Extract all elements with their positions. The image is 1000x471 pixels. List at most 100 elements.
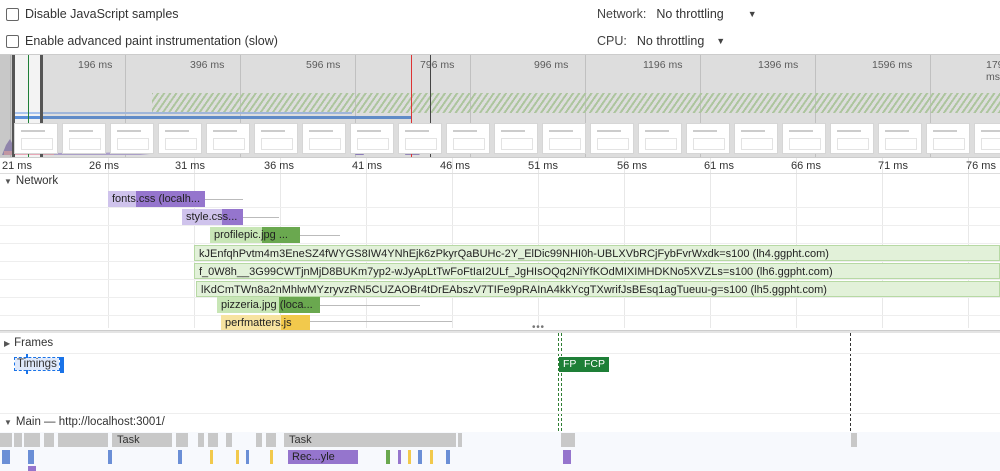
task-block[interactable] [24, 433, 40, 447]
filmstrip-frame[interactable] [782, 123, 826, 154]
network-request-pizzeria[interactable]: pizzeria.jpg (loca... [217, 297, 320, 313]
network-row-line [0, 243, 1000, 244]
filmstrip-frame[interactable] [686, 123, 730, 154]
track-separator [0, 353, 1000, 354]
script-block[interactable] [430, 450, 433, 464]
filmstrip-frame[interactable] [494, 123, 538, 154]
fp-badge[interactable]: FP [559, 357, 581, 372]
network-request-lh5-image[interactable]: lKdCmTWn8a2nMhlwMYzryvzRN5CUZAOBr4tDrEAb… [196, 281, 1000, 297]
task-block[interactable] [198, 433, 204, 447]
chevron-down-icon[interactable]: ▼ [716, 36, 725, 46]
filmstrip-frame[interactable] [638, 123, 682, 154]
filmstrip-frame[interactable] [110, 123, 154, 154]
task-block[interactable] [851, 433, 857, 447]
resize-grip-icon[interactable]: • • • [532, 322, 544, 333]
network-row-line [0, 207, 1000, 208]
script-block[interactable] [236, 450, 239, 464]
filmstrip-frame[interactable] [830, 123, 874, 154]
filmstrip-frame[interactable] [302, 123, 346, 154]
filmstrip-frame[interactable] [158, 123, 202, 154]
task-block[interactable] [208, 433, 218, 447]
main-track-header[interactable]: ▼ Main — http://localhost:3001/ [4, 416, 165, 428]
filmstrip-frame[interactable] [878, 123, 922, 154]
paint-block[interactable] [386, 450, 390, 464]
task-block[interactable] [176, 433, 188, 447]
request-whisker [310, 321, 452, 322]
task-block[interactable] [226, 433, 232, 447]
filmstrip-frame[interactable] [926, 123, 970, 154]
network-track-header[interactable]: ▼ Network [4, 175, 58, 187]
ruler-tick-label: 66 ms [791, 160, 821, 172]
filmstrip-frame[interactable] [446, 123, 490, 154]
task-block[interactable]: Task [112, 433, 172, 447]
chevron-down-icon[interactable]: ▼ [748, 9, 757, 19]
function-call-block[interactable] [28, 450, 34, 464]
network-throttling: Network: No throttling ▼ [597, 7, 757, 21]
task-block[interactable] [0, 433, 12, 447]
function-call-block[interactable] [178, 450, 182, 464]
advanced-paint-checkbox[interactable] [6, 34, 19, 48]
script-block[interactable] [210, 450, 213, 464]
recalc-style-block[interactable]: Rec...yle [288, 450, 358, 464]
layout-block[interactable] [28, 466, 36, 471]
task-block[interactable] [58, 433, 108, 447]
timeline-overview[interactable]: 196 ms 396 ms 596 ms 796 ms 996 ms 1196 … [0, 54, 1000, 158]
network-request-perfmatters-js[interactable]: perfmatters.js [221, 315, 310, 330]
function-call-block[interactable] [108, 450, 112, 464]
script-block[interactable] [408, 450, 411, 464]
fcp-badge[interactable]: FCP [580, 357, 609, 372]
frames-track-header[interactable]: ▶ Frames [4, 337, 53, 349]
network-throttling-select[interactable]: No throttling [656, 7, 723, 21]
cpu-throttling-label: CPU: [597, 34, 627, 48]
layout-block[interactable] [398, 450, 401, 464]
main-track-title: Main — http://localhost:3001/ [15, 416, 165, 428]
task-block[interactable]: Task [284, 433, 456, 447]
task-label: Task [289, 434, 312, 446]
network-track-title: Network [15, 175, 59, 187]
task-block[interactable] [44, 433, 54, 447]
ruler-tick-label: 31 ms [175, 160, 205, 172]
task-block[interactable] [561, 433, 575, 447]
network-request-lh4-image[interactable]: kJEnfqhPvtm4m3EneSZ4fWYGS8IW4YNhEjk6zPky… [194, 245, 1000, 261]
filmstrip-frame[interactable] [62, 123, 106, 154]
network-request-profilepic[interactable]: profilepic.jpg ... [210, 227, 300, 243]
ruler-tick-label: 41 ms [352, 160, 382, 172]
network-request-style-css[interactable]: style.css... [182, 209, 243, 225]
function-call-block[interactable] [246, 450, 249, 464]
layout-block[interactable] [563, 450, 571, 464]
task-block[interactable] [14, 433, 22, 447]
task-block[interactable] [256, 433, 262, 447]
network-request-fonts-css[interactable]: fonts.css (localh... [108, 191, 205, 207]
task-block[interactable] [266, 433, 276, 447]
filmstrip-frame[interactable] [542, 123, 586, 154]
filmstrip-frame[interactable] [974, 123, 1000, 154]
ruler-tick-label: 51 ms [528, 160, 558, 172]
function-call-block[interactable] [2, 450, 10, 464]
function-call-block[interactable] [446, 450, 450, 464]
task-block[interactable] [458, 433, 462, 447]
triangle-down-icon: ▼ [4, 417, 12, 427]
advanced-paint-setting[interactable]: Enable advanced paint instrumentation (s… [6, 34, 278, 48]
filmstrip-frame[interactable] [734, 123, 778, 154]
fcp-label: FCP [584, 358, 605, 370]
selection-left-shade [0, 55, 12, 157]
timing-bar[interactable] [60, 357, 64, 373]
ruler-tick-label: 46 ms [440, 160, 470, 172]
disable-js-samples-checkbox[interactable] [6, 7, 19, 21]
network-request-lh6-image[interactable]: f_0W8h__3G99CWTjnMjD8BUKm7yp2-wJyApLtTwF… [194, 263, 1000, 279]
filmstrip-frame[interactable] [14, 123, 58, 154]
disable-js-samples-label: Disable JavaScript samples [25, 7, 179, 21]
filmstrip-frame[interactable] [206, 123, 250, 154]
request-whisker [243, 217, 279, 218]
filmstrip-frame[interactable] [350, 123, 394, 154]
ruler-tick-label: 71 ms [878, 160, 908, 172]
filmstrip-frame[interactable] [590, 123, 634, 154]
network-row-line [0, 315, 1000, 316]
disable-js-samples-setting[interactable]: Disable JavaScript samples [6, 7, 179, 21]
function-call-block[interactable] [418, 450, 422, 464]
cpu-throttling-select[interactable]: No throttling [637, 34, 704, 48]
filmstrip-frame[interactable] [398, 123, 442, 154]
timings-track-header[interactable]: Timings [14, 357, 60, 371]
filmstrip-frame[interactable] [254, 123, 298, 154]
script-block[interactable] [270, 450, 273, 464]
